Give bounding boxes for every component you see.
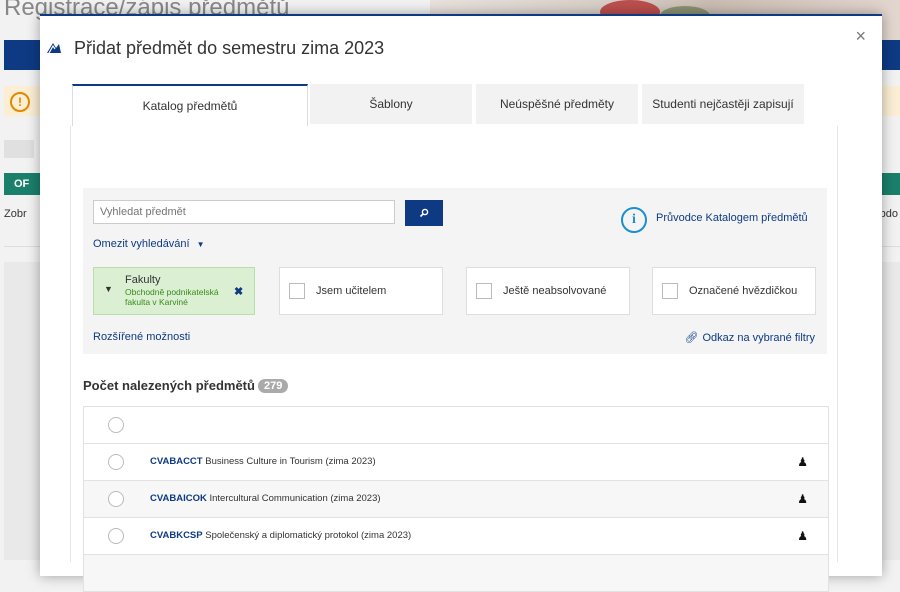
filter-not-completed[interactable]: Ještě neabsolvované [466, 267, 630, 315]
person-icon: ♟ [797, 455, 808, 469]
warning-icon: ! [10, 92, 30, 112]
add-course-dialog: Přidat předmět do semestru zima 2023 × K… [40, 14, 882, 592]
section-bar-label: OF [14, 178, 30, 190]
faculty-filter[interactable]: ▼ Fakulty Obchodně podnikatelská fakulta… [93, 267, 255, 315]
tab-bar: Katalog předmětů Šablony Neúspěšné předm… [72, 84, 838, 126]
person-icon: ♟ [797, 529, 808, 543]
search-input[interactable] [93, 200, 395, 224]
tab-templates[interactable]: Šablony [310, 84, 472, 124]
course-code: CVABAICOK [150, 493, 207, 504]
filter-not-completed-label: Ještě neabsolvované [503, 285, 607, 297]
narrow-search-label: Omezit vyhledávání [93, 238, 190, 250]
checkbox[interactable] [476, 283, 492, 299]
filter-starred[interactable]: Označené hvězdičkou [652, 267, 816, 315]
course-code: CVABACCT [150, 456, 203, 467]
course-link[interactable]: CVABACCT Business Culture in Tourism (zi… [150, 456, 376, 467]
tab-failed[interactable]: Neúspěšné předměty [476, 84, 638, 124]
select-all-radio[interactable] [108, 417, 124, 433]
results-title: Počet nalezených předmětů [83, 378, 255, 393]
dialog-header: Přidat předmět do semestru zima 2023 × [40, 16, 882, 80]
table-row[interactable]: CVABAICOK Intercultural Communication (z… [84, 480, 828, 517]
filter-teacher-label: Jsem učitelem [316, 285, 387, 297]
course-link[interactable]: CVABAICOK Intercultural Communication (z… [150, 493, 381, 504]
table-row[interactable]: CVABKCSP Společenský a diplomatický prot… [84, 517, 828, 554]
course-name: Business Culture in Tourism (zima 2023) [205, 456, 376, 467]
course-radio[interactable] [108, 491, 124, 507]
filters-link-label: Odkaz na vybrané filtry [702, 332, 816, 344]
catalog-guide-link[interactable]: Průvodce Katalogem předmětů [656, 212, 808, 224]
tab-popular[interactable]: Studenti nejčastěji zapisují [642, 84, 804, 124]
course-code: CVABKCSP [150, 530, 203, 541]
remove-filter-icon[interactable]: ✖ [234, 285, 243, 298]
course-name: Společenský a diplomatický protokol (zim… [205, 530, 412, 541]
advanced-options-link[interactable]: Rozšířené možnosti [93, 331, 190, 343]
bg-text-left: Zobr [4, 208, 27, 220]
tab-catalog[interactable]: Katalog předmětů [72, 84, 308, 126]
catalog-panel: i Průvodce Katalogem předmětů Omezit vyh… [70, 126, 838, 592]
checkbox[interactable] [662, 283, 678, 299]
search-area: i Průvodce Katalogem předmětů Omezit vyh… [83, 188, 827, 354]
search-icon [419, 208, 429, 218]
narrow-search-toggle[interactable]: Omezit vyhledávání ▼ [93, 238, 205, 250]
filter-teacher[interactable]: Jsem učitelem [279, 267, 443, 315]
course-radio[interactable] [108, 528, 124, 544]
search-button[interactable] [405, 200, 443, 226]
course-list: CVABACCT Business Culture in Tourism (zi… [83, 406, 829, 592]
course-link[interactable]: CVABKCSP Společenský a diplomatický prot… [150, 530, 411, 541]
info-icon[interactable]: i [621, 207, 647, 233]
list-header-row [84, 407, 828, 443]
course-radio[interactable] [108, 454, 124, 470]
bg-button[interactable] [4, 140, 34, 158]
faculty-filter-label: Fakulty [125, 274, 161, 286]
link-icon: 🔗︎ [684, 332, 699, 344]
course-icon [47, 43, 61, 54]
person-icon: ♟ [797, 492, 808, 506]
chevron-down-icon: ▼ [104, 284, 113, 294]
table-row[interactable]: CVABACCT Business Culture in Tourism (zi… [84, 443, 828, 480]
close-icon[interactable]: × [855, 26, 866, 47]
faculty-filter-value: Obchodně podnikatelská fakulta v Karviné [125, 287, 219, 307]
filter-starred-label: Označené hvězdičkou [689, 285, 798, 297]
checkbox[interactable] [289, 283, 305, 299]
results-heading: Počet nalezených předmětů 279 [83, 378, 289, 393]
filters-link[interactable]: 🔗︎ Odkaz na vybrané filtry [685, 331, 815, 344]
results-count-badge: 279 [257, 379, 289, 393]
chevron-down-icon: ▼ [196, 240, 205, 249]
dialog-title: Přidat předmět do semestru zima 2023 [74, 38, 385, 58]
course-name: Intercultural Communication (zima 2023) [209, 493, 381, 504]
